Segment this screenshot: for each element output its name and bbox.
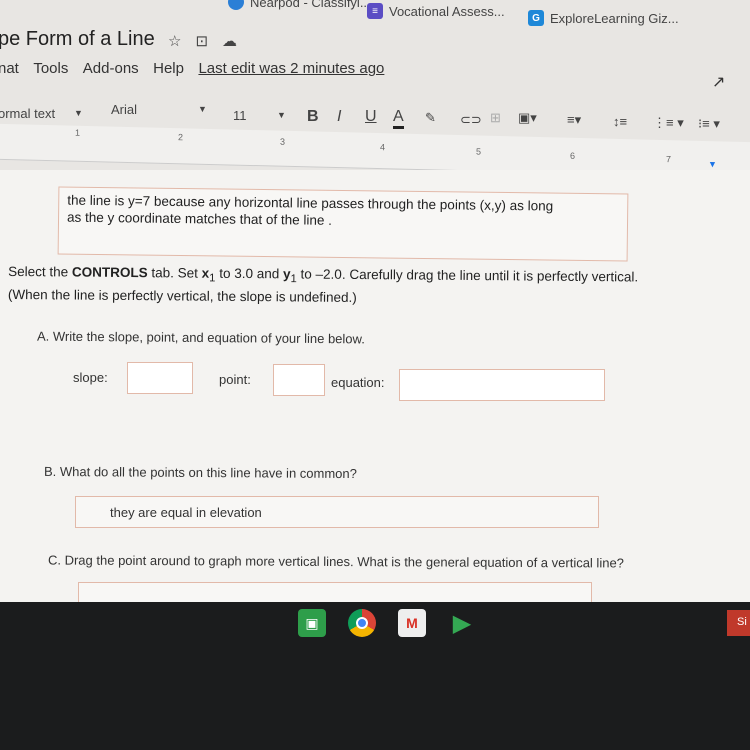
move-to-folder-icon[interactable]: ⊡ xyxy=(195,32,208,50)
gizmos-icon: G xyxy=(528,10,544,26)
nearpod-icon xyxy=(228,0,244,10)
activity-trend-icon[interactable]: ↗ xyxy=(712,72,725,92)
menu-addons[interactable]: Add-ons xyxy=(83,60,139,77)
font-size-select[interactable]: 11 xyxy=(233,108,247,123)
sign-in-button[interactable]: Si xyxy=(727,610,750,636)
doc-title[interactable]: pe Form of a Line xyxy=(0,28,155,51)
bookmark-nearpod[interactable]: Nearpod - Classifyi... xyxy=(228,0,371,10)
point-label: point: xyxy=(219,372,251,387)
chevron-down-icon: ▼ xyxy=(198,104,207,114)
highlight-icon[interactable]: ✎ xyxy=(425,110,436,126)
chrome-icon[interactable] xyxy=(348,609,376,637)
italic-button[interactable]: I xyxy=(337,108,341,126)
play-store-icon[interactable]: ▶ xyxy=(448,609,476,637)
style-select[interactable]: ormal text xyxy=(0,106,55,121)
font-select[interactable]: Arial xyxy=(111,102,137,117)
align-icon[interactable]: ≡▾ xyxy=(567,112,581,128)
menu-tools[interactable]: Tools xyxy=(33,60,68,77)
underline-button[interactable]: U xyxy=(365,108,377,126)
question-b: B. What do all the points on this line h… xyxy=(43,463,357,482)
point-input[interactable] xyxy=(273,364,325,396)
toolbar: ormal text ▼ Arial ▼ 11 ▼ B I U A ✎ ⊂⊃ ⊞… xyxy=(0,98,750,131)
slope-input[interactable] xyxy=(127,362,193,394)
bookmark-explorelearning[interactable]: G ExploreLearning Giz... xyxy=(528,10,679,26)
bookmark-vocational[interactable]: ≡ Vocational Assess... xyxy=(367,3,505,19)
right-indent-marker[interactable]: ▼ xyxy=(708,159,717,169)
bookmarks-bar: Nearpod - Classifyi... ≡ Vocational Asses… xyxy=(0,0,750,26)
slope-label: slope: xyxy=(73,370,108,385)
image-icon[interactable]: ▣▾ xyxy=(518,110,537,126)
previous-answer-box[interactable]: the line is y=7 because any horizontal l… xyxy=(57,186,629,262)
text-color-button[interactable]: A xyxy=(393,108,404,129)
gmail-icon[interactable]: M xyxy=(398,609,426,637)
taskbar: ▣ M ▶ Si xyxy=(0,602,750,750)
link-icon[interactable]: ⊂⊃ xyxy=(460,112,482,128)
equation-input[interactable] xyxy=(399,369,605,401)
menu-format[interactable]: nat xyxy=(0,60,19,77)
menu-help[interactable]: Help xyxy=(153,60,184,77)
star-icon[interactable]: ☆ xyxy=(168,32,181,50)
bulleted-list-icon[interactable]: ⁝≡ ▾ xyxy=(698,116,720,132)
question-a: A. Write the slope, point, and equation … xyxy=(36,328,365,347)
numbered-list-icon[interactable]: ⋮≡ ▾ xyxy=(653,115,684,131)
document-page: the line is y=7 because any horizontal l… xyxy=(0,170,750,612)
last-edit-link[interactable]: Last edit was 2 minutes ago xyxy=(198,60,384,77)
chevron-down-icon: ▼ xyxy=(277,110,286,120)
classroom-icon[interactable]: ▣ xyxy=(298,609,326,637)
forms-icon: ≡ xyxy=(367,3,383,19)
answer-b-input[interactable]: they are equal in elevation xyxy=(75,496,599,528)
menu-bar: nat Tools Add-ons Help Last edit was 2 m… xyxy=(0,60,394,78)
chevron-down-icon: ▼ xyxy=(74,108,83,118)
cloud-status-icon[interactable]: ☁ xyxy=(222,32,237,50)
line-spacing-icon[interactable]: ↕≡ xyxy=(613,114,627,129)
comment-icon[interactable]: ⊞ xyxy=(490,110,501,126)
equation-label: equation: xyxy=(331,375,385,390)
question-c: C. Drag the point around to graph more v… xyxy=(47,552,624,571)
bold-button[interactable]: B xyxy=(307,108,319,126)
instructions: Select the CONTROLS tab. Set x1 to 3.0 a… xyxy=(7,263,639,305)
